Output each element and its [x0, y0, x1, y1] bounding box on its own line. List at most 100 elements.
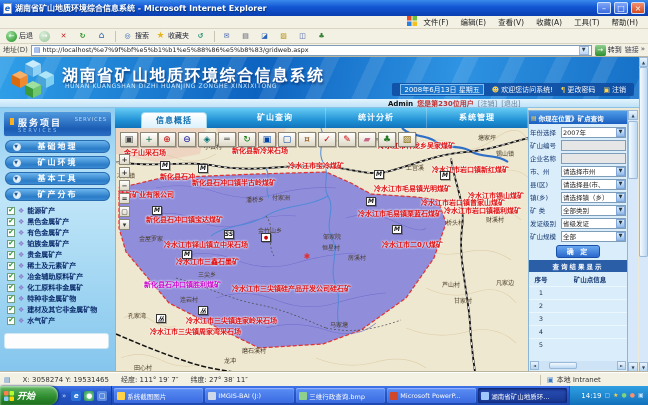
field-control[interactable]: ▼ — [561, 140, 626, 151]
quick-launch-icon[interactable]: ● — [84, 391, 94, 401]
checkbox-checked-icon[interactable] — [7, 306, 15, 314]
checkbox-checked-icon[interactable] — [7, 262, 15, 270]
mineral-layer-item[interactable]: 冶金辅助原料矿产 — [7, 271, 115, 282]
map-marker[interactable]: M — [198, 164, 208, 173]
quick-launch-icon[interactable]: e — [71, 391, 81, 401]
map-marker[interactable]: M — [182, 250, 192, 259]
scroll-thumb[interactable] — [549, 362, 577, 369]
taskbar-task-button[interactable]: IMGIS-BAI (J:) — [205, 388, 294, 403]
map-tool-button[interactable]: + — [140, 132, 158, 147]
mineral-layer-item[interactable]: 稀土及元素矿产 — [7, 260, 115, 271]
result-row[interactable]: 5 — [529, 338, 627, 351]
map-tool-button[interactable]: ▢ — [278, 132, 296, 147]
map-tool-button[interactable]: ¤ — [298, 132, 316, 147]
address-input[interactable]: http://localhost/%e7%9f%bf%e5%b1%b1%e5%8… — [31, 45, 592, 56]
main-tab[interactable]: 矿山查询 — [225, 108, 326, 128]
mineral-layer-item[interactable]: 建材及其它非金属矿物 — [7, 304, 115, 315]
address-dropdown-icon[interactable]: ▼ — [579, 46, 589, 55]
map-tool-button[interactable]: ═ — [218, 132, 236, 147]
mineral-layer-item[interactable]: 化工原料非金属矿 — [7, 282, 115, 293]
browser-toolbar-button[interactable]: → — [37, 30, 54, 43]
field-control[interactable]: 全部类别 ▼ — [561, 205, 626, 216]
quick-launch-more-icon[interactable]: » — [62, 392, 68, 400]
confirm-button[interactable]: 确 定 — [556, 245, 600, 258]
map-tool-button[interactable]: ✓ — [318, 132, 336, 147]
browser-toolbar-button[interactable]: ★ 收藏夹 — [153, 30, 191, 43]
map-zoom-button[interactable]: − — [119, 180, 130, 191]
result-row[interactable]: 1 — [529, 286, 627, 299]
map-zoom-button[interactable]: + — [119, 154, 130, 165]
browser-toolbar-button[interactable]: ▨ — [276, 30, 293, 43]
tray-icon[interactable]: ▢ — [604, 392, 610, 399]
map-tool-button[interactable]: ▨ — [398, 132, 416, 147]
scroll-left-icon[interactable]: ◄ — [530, 361, 539, 370]
main-tab[interactable]: 信息概括 — [141, 112, 207, 128]
map-marker[interactable]: M — [366, 197, 376, 206]
map-marker[interactable]: 丛 — [198, 306, 208, 315]
select-arrow-icon[interactable]: ▼ — [616, 206, 625, 215]
map-tool-button[interactable]: ◈ — [198, 132, 216, 147]
menu-item[interactable]: 查看(V) — [492, 17, 530, 28]
browser-toolbar-button[interactable]: ◎ 搜索 — [120, 30, 151, 43]
panel-horizontal-scrollbar[interactable]: ◄ ► — [530, 361, 626, 370]
browser-toolbar-button[interactable]: ♣ — [314, 30, 331, 43]
change-password-link[interactable]: ¶ 更改密码 — [561, 85, 595, 95]
map-marker[interactable]: M — [392, 225, 402, 234]
map-marker[interactable]: ● — [261, 233, 271, 242]
select-arrow-icon[interactable]: ▼ — [616, 232, 625, 241]
page-vertical-scrollbar[interactable]: ▲ ▼ — [639, 57, 648, 372]
map-tool-button[interactable]: ↻ — [238, 132, 256, 147]
browser-toolbar-button[interactable]: ↺ — [193, 30, 210, 43]
tray-icon[interactable]: ★ — [613, 392, 618, 399]
scroll-up-icon[interactable]: ▲ — [628, 110, 638, 120]
logout-link[interactable]: ▣ 注销 — [603, 85, 626, 95]
mineral-layer-item[interactable]: 铂族金属矿产 — [7, 238, 115, 249]
browser-toolbar-button[interactable]: ◫ — [295, 30, 312, 43]
field-control[interactable]: 全部 ▼ — [561, 231, 626, 242]
menu-item[interactable]: 收藏(A) — [530, 17, 568, 28]
browser-toolbar-button[interactable]: ✉ — [219, 30, 236, 43]
sidebar-section-button[interactable]: ▼ 矿产分布 — [5, 188, 110, 201]
mineral-layer-item[interactable]: 有色金属矿产 — [7, 227, 115, 238]
map-zoom-button[interactable]: + — [119, 167, 130, 178]
map-marker[interactable]: 丛 — [156, 314, 166, 323]
taskbar-task-button[interactable]: 三维行政查询.bmp — [296, 388, 385, 403]
map-tool-button[interactable]: ✎ — [338, 132, 356, 147]
sidebar-section-button[interactable]: ▼ 基本工具 — [5, 172, 110, 185]
checkbox-checked-icon[interactable] — [7, 273, 15, 281]
sidebar-section-button[interactable]: ▼ 基础地理 — [5, 140, 110, 153]
result-row[interactable]: 4 — [529, 325, 627, 338]
field-control[interactable]: ▼ — [561, 153, 626, 164]
field-control[interactable]: 请选择镇（乡） ▼ — [561, 192, 626, 203]
field-control[interactable]: 省级发证 ▼ — [561, 218, 626, 229]
taskbar-task-button[interactable]: Microsoft PowerP... — [387, 388, 476, 403]
browser-toolbar-button[interactable]: ▤ — [238, 30, 255, 43]
checkbox-checked-icon[interactable] — [7, 207, 15, 215]
checkbox-checked-icon[interactable] — [7, 284, 15, 292]
menu-item[interactable]: 编辑(E) — [455, 17, 493, 28]
maximize-button[interactable]: □ — [614, 2, 628, 14]
browser-toolbar-button[interactable]: ↻ — [75, 30, 92, 43]
sidebar-section-button[interactable]: ▼ 矿山环境 — [5, 156, 110, 169]
map-marker[interactable]: M — [440, 171, 450, 180]
browser-toolbar-button[interactable]: ✕ — [56, 30, 73, 43]
start-button[interactable]: 开始 — [0, 386, 58, 405]
browser-toolbar-button[interactable] — [214, 31, 215, 42]
result-row[interactable]: 3 — [529, 312, 627, 325]
menu-item[interactable]: 文件(F) — [417, 17, 454, 28]
map-tool-button[interactable]: ⊖ — [178, 132, 196, 147]
select-arrow-icon[interactable]: ▼ — [616, 219, 625, 228]
map-tool-button[interactable]: ⊕ — [158, 132, 176, 147]
close-button[interactable]: × — [631, 2, 645, 14]
map-tool-button[interactable]: ▣ — [258, 132, 276, 147]
checkbox-checked-icon[interactable] — [7, 240, 15, 248]
checkbox-checked-icon[interactable] — [7, 218, 15, 226]
browser-toolbar-button[interactable] — [115, 31, 116, 42]
checkbox-checked-icon[interactable] — [7, 229, 15, 237]
map-zoom-button[interactable]: ▢ — [119, 206, 130, 217]
taskbar-task-button[interactable]: 湖南省矿山地质环... — [478, 388, 567, 403]
quick-launch-icon[interactable]: ▢ — [97, 391, 107, 401]
menu-item[interactable]: 帮助(H) — [606, 17, 645, 28]
result-row[interactable]: 2 — [529, 299, 627, 312]
map-marker[interactable]: SS — [224, 230, 234, 239]
